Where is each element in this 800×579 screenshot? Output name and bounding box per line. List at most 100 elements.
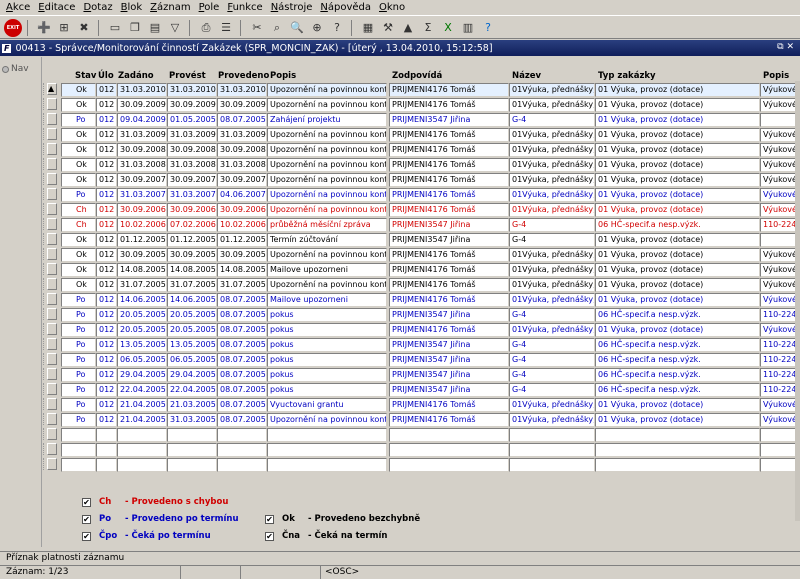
cell-provedeno[interactable]: 08.07.2005 xyxy=(217,368,267,382)
cell-popis2[interactable]: Výukové xyxy=(760,158,800,172)
cell-popis[interactable]: Upozornění na povinnou kont xyxy=(267,248,387,262)
cell-stav[interactable]: Po xyxy=(61,338,96,352)
cell-nazev[interactable]: 01Výuka, přednášky, xyxy=(509,173,595,187)
cell-nazev[interactable]: 01Výuka, přednášky, xyxy=(509,128,595,142)
cell-typ[interactable]: 01 Výuka, provoz (dotace) xyxy=(595,233,760,247)
cell-typ[interactable]: 06 HČ-specif.a nesp.výzk. xyxy=(595,368,760,382)
cell-provest[interactable]: 20.05.2005 xyxy=(167,323,217,337)
cell-zadano[interactable]: 22.04.2005 xyxy=(117,383,167,397)
cell-typ[interactable]: 01 Výuka, provoz (dotace) xyxy=(595,398,760,412)
cell-provest[interactable]: 01.05.2005 xyxy=(167,113,217,127)
cell-zadano[interactable]: 31.03.2008 xyxy=(117,158,167,172)
menu-item[interactable]: Pole xyxy=(195,2,224,13)
cell-nazev[interactable]: G-4 xyxy=(509,113,595,127)
menu-item[interactable]: Okno xyxy=(375,2,409,13)
cell-nazev[interactable]: 01Výuka, přednášky, xyxy=(509,203,595,217)
cell-provedeno[interactable]: 30.09.2009 xyxy=(217,98,267,112)
zoom-icon[interactable]: ⊕ xyxy=(308,19,326,37)
cell-zadano[interactable]: 14.08.2005 xyxy=(117,263,167,277)
tools-icon[interactable]: ⚒ xyxy=(379,19,397,37)
filter-icon[interactable]: ▽ xyxy=(166,19,184,37)
cell-nazev[interactable]: 01Výuka, přednášky, xyxy=(509,323,595,337)
row-selector[interactable] xyxy=(47,188,57,200)
cell-ulo[interactable]: 012 xyxy=(96,293,117,307)
cell-nazev[interactable]: G-4 xyxy=(509,218,595,232)
cell-popis[interactable]: pokus xyxy=(267,353,387,367)
cell-provedeno[interactable]: 30.09.2005 xyxy=(217,248,267,262)
cell-zodp[interactable]: PRIJMENI3547 Jiřina xyxy=(389,368,509,382)
row-selector[interactable] xyxy=(47,158,57,170)
cell-ulo[interactable]: 012 xyxy=(96,383,117,397)
cell-provedeno[interactable]: 08.07.2005 xyxy=(217,308,267,322)
row-selector[interactable] xyxy=(47,428,57,440)
row-selector[interactable]: ▲ xyxy=(47,83,57,95)
cell-ulo[interactable]: 012 xyxy=(96,83,117,97)
cell-zadano[interactable]: 31.03.2009 xyxy=(117,128,167,142)
question-icon[interactable]: ? xyxy=(479,19,497,37)
cell-popis2[interactable]: Výukové xyxy=(760,83,800,97)
cell-provest[interactable]: 14.08.2005 xyxy=(167,263,217,277)
cell-stav[interactable] xyxy=(61,458,96,472)
cell-popis2[interactable]: 110-2240 xyxy=(760,308,800,322)
checkbox-icon[interactable]: ✔ xyxy=(82,514,91,524)
cell-provedeno[interactable]: 31.03.2008 xyxy=(217,158,267,172)
row-selector[interactable] xyxy=(47,113,57,125)
cell-zodp[interactable]: PRIJMENI3547 Jiřina xyxy=(389,308,509,322)
cell-popis2[interactable] xyxy=(760,113,800,127)
cell-popis2[interactable]: Výukové xyxy=(760,323,800,337)
cell-typ[interactable] xyxy=(595,458,760,472)
cell-nazev[interactable]: G-4 xyxy=(509,368,595,382)
checkbox-icon[interactable]: ✔ xyxy=(265,514,274,524)
menu-item[interactable]: Záznam xyxy=(146,2,194,13)
cell-zodp[interactable]: PRIJMENI4176 Tomáš xyxy=(389,83,509,97)
cell-stav[interactable]: Ok xyxy=(61,128,96,142)
cell-popis[interactable]: Vyuctovani grantu xyxy=(267,398,387,412)
cell-typ[interactable]: 06 HČ-specif.a nesp.výzk. xyxy=(595,218,760,232)
row-selector[interactable] xyxy=(47,458,57,470)
checkbox-icon[interactable]: ✔ xyxy=(82,531,91,541)
row-selector[interactable] xyxy=(47,368,57,380)
cell-zadano[interactable]: 20.05.2005 xyxy=(117,323,167,337)
cell-stav[interactable] xyxy=(61,428,96,442)
cell-nazev[interactable]: 01Výuka, přednášky, xyxy=(509,248,595,262)
cell-typ[interactable]: 01 Výuka, provoz (dotace) xyxy=(595,98,760,112)
cell-stav[interactable]: Po xyxy=(61,353,96,367)
warning-icon[interactable]: ▲ xyxy=(399,19,417,37)
cell-nazev[interactable]: G-4 xyxy=(509,308,595,322)
cell-popis[interactable]: Upozornění na povinnou kont xyxy=(267,413,387,427)
cell-provedeno[interactable] xyxy=(217,443,267,457)
cell-provedeno[interactable]: 30.09.2007 xyxy=(217,173,267,187)
window-controls[interactable]: ⧉ ✕ xyxy=(777,42,794,52)
insert-icon[interactable]: ⊞ xyxy=(55,19,73,37)
nav-toggle[interactable]: Nav xyxy=(2,64,29,74)
cell-popis[interactable]: pokus xyxy=(267,338,387,352)
menu-item[interactable]: Blok xyxy=(117,2,147,13)
cell-popis2[interactable] xyxy=(760,428,800,442)
cell-zadano[interactable]: 13.05.2005 xyxy=(117,338,167,352)
cell-nazev[interactable]: 01Výuka, přednášky, xyxy=(509,98,595,112)
row-selector[interactable] xyxy=(47,203,57,215)
cell-stav[interactable]: Po xyxy=(61,308,96,322)
calculator-icon[interactable]: ▦ xyxy=(359,19,377,37)
cell-ulo[interactable]: 012 xyxy=(96,98,117,112)
cell-ulo[interactable] xyxy=(96,443,117,457)
cell-nazev[interactable]: 01Výuka, přednášky, xyxy=(509,158,595,172)
cell-zodp[interactable]: PRIJMENI4176 Tomáš xyxy=(389,128,509,142)
row-selector[interactable] xyxy=(47,143,57,155)
cell-nazev[interactable]: 01Výuka, přednášky, xyxy=(509,143,595,157)
cell-zodp[interactable] xyxy=(389,428,509,442)
cell-ulo[interactable]: 012 xyxy=(96,143,117,157)
cell-provedeno[interactable]: 08.07.2005 xyxy=(217,293,267,307)
row-selector[interactable] xyxy=(47,248,57,260)
cell-provest[interactable]: 30.09.2008 xyxy=(167,143,217,157)
cell-popis2[interactable]: Výukové xyxy=(760,203,800,217)
row-selector[interactable] xyxy=(47,128,57,140)
cell-zadano[interactable]: 30.09.2006 xyxy=(117,203,167,217)
cell-provest[interactable]: 31.03.2007 xyxy=(167,188,217,202)
cell-provedeno[interactable]: 31.03.2010 xyxy=(217,83,267,97)
cell-typ[interactable]: 01 Výuka, provoz (dotace) xyxy=(595,128,760,142)
cell-provest[interactable]: 31.03.2005 xyxy=(167,413,217,427)
cell-nazev[interactable]: G-4 xyxy=(509,233,595,247)
list-icon[interactable]: ☰ xyxy=(217,19,235,37)
cell-ulo[interactable]: 012 xyxy=(96,218,117,232)
